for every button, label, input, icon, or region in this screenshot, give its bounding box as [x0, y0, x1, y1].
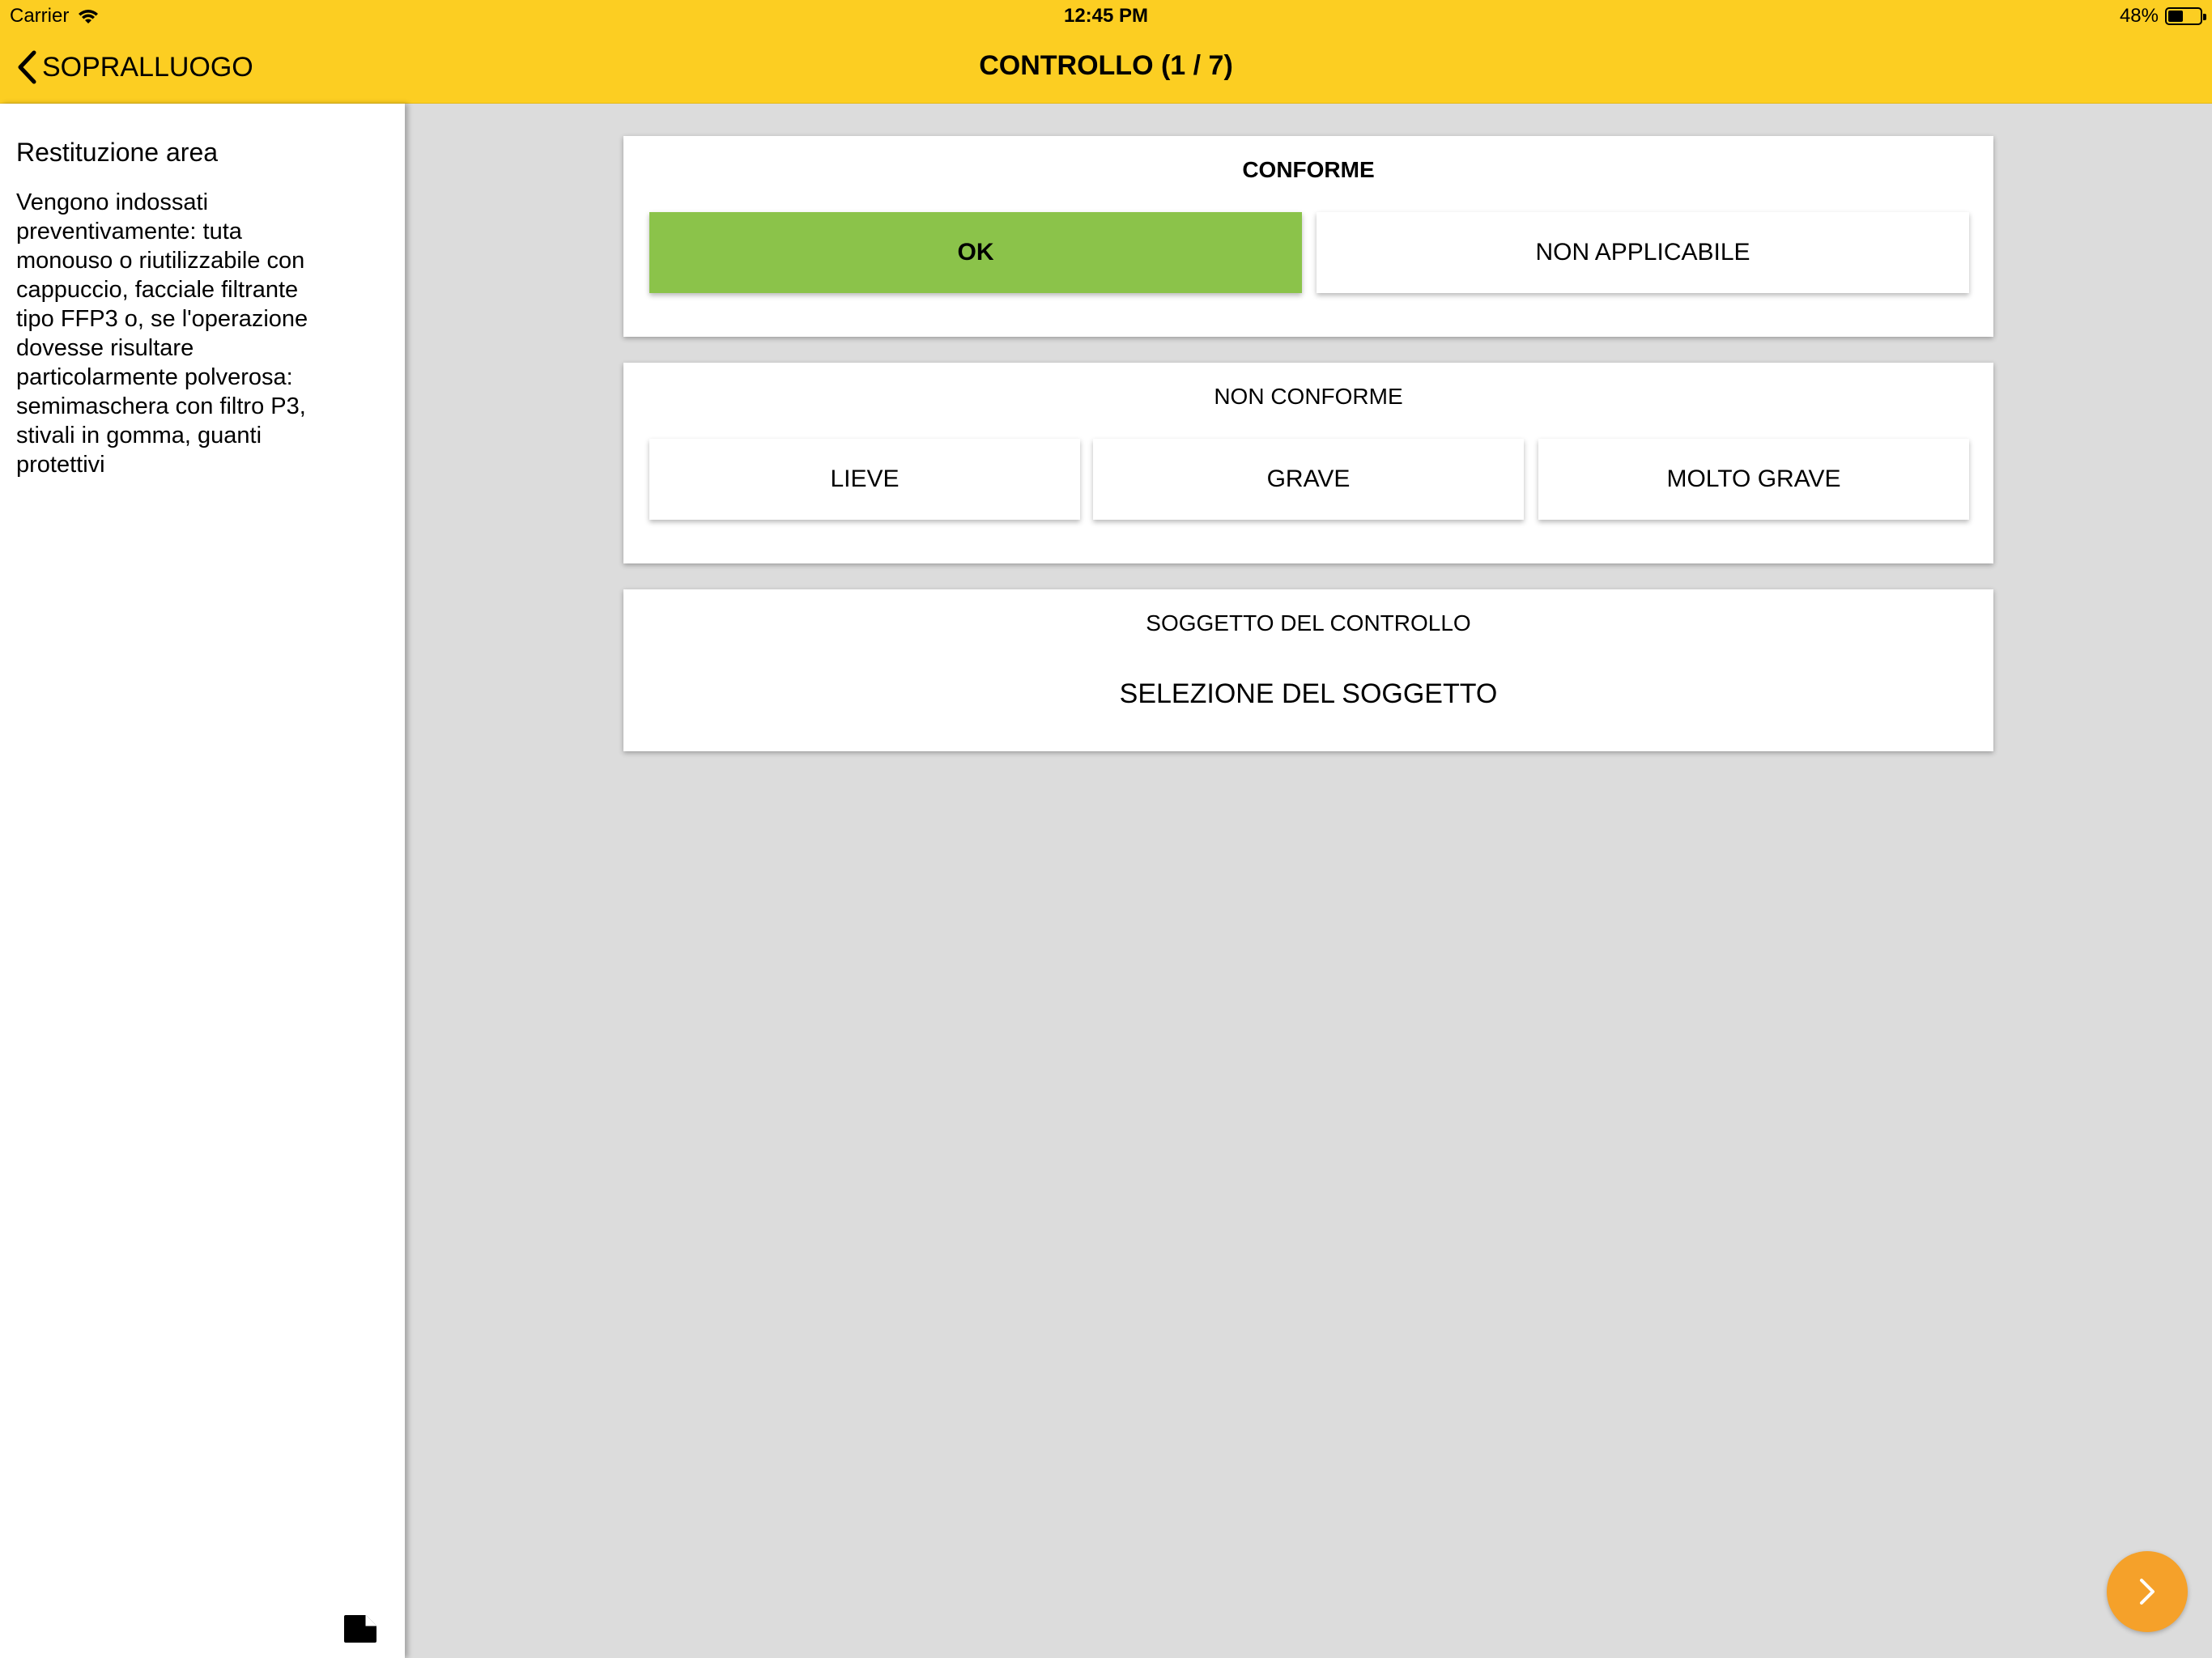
soggetto-card: SOGGETTO DEL CONTROLLO SELEZIONE DEL SOG…	[623, 589, 1993, 751]
status-battery: 48%	[2119, 5, 2206, 28]
conforme-card: CONFORME OK NON APPLICABILE	[623, 136, 1993, 337]
soggetto-select[interactable]: SELEZIONE DEL SOGGETTO	[623, 678, 1993, 710]
ok-button[interactable]: OK	[649, 212, 1302, 293]
battery-tip	[2203, 14, 2206, 20]
soggetto-heading: SOGGETTO DEL CONTROLLO	[1146, 610, 1471, 636]
page-title: CONTROLLO (1 / 7)	[979, 50, 1233, 81]
non-conforme-card: NON CONFORME LIEVE GRAVE MOLTO GRAVE	[623, 363, 1993, 563]
next-button[interactable]	[2107, 1551, 2188, 1632]
non-applicabile-button[interactable]: NON APPLICABILE	[1317, 212, 1969, 293]
status-time: 12:45 PM	[1063, 5, 1149, 27]
battery-percent: 48%	[2119, 5, 2159, 27]
chevron-right-icon	[2140, 1579, 2155, 1605]
grave-button[interactable]: GRAVE	[1093, 439, 1524, 520]
sidebar: Restituzione area Vengono indossati prev…	[0, 104, 405, 1658]
conforme-heading: CONFORME	[1242, 157, 1375, 182]
non-conforme-heading: NON CONFORME	[1214, 384, 1403, 409]
note-icon[interactable]	[343, 1614, 377, 1643]
top-bar: Carrier 12:45 PM 48% SOPRALLUOGO CONTROL…	[0, 0, 2212, 104]
battery-fill	[2168, 11, 2184, 22]
sidebar-description: Vengono indossati preventivamente: tuta …	[16, 189, 308, 478]
molto-grave-button[interactable]: MOLTO GRAVE	[1538, 439, 1969, 520]
battery-icon	[2165, 7, 2206, 25]
sidebar-title: Restituzione area	[16, 138, 219, 167]
lieve-button[interactable]: LIEVE	[649, 439, 1080, 520]
